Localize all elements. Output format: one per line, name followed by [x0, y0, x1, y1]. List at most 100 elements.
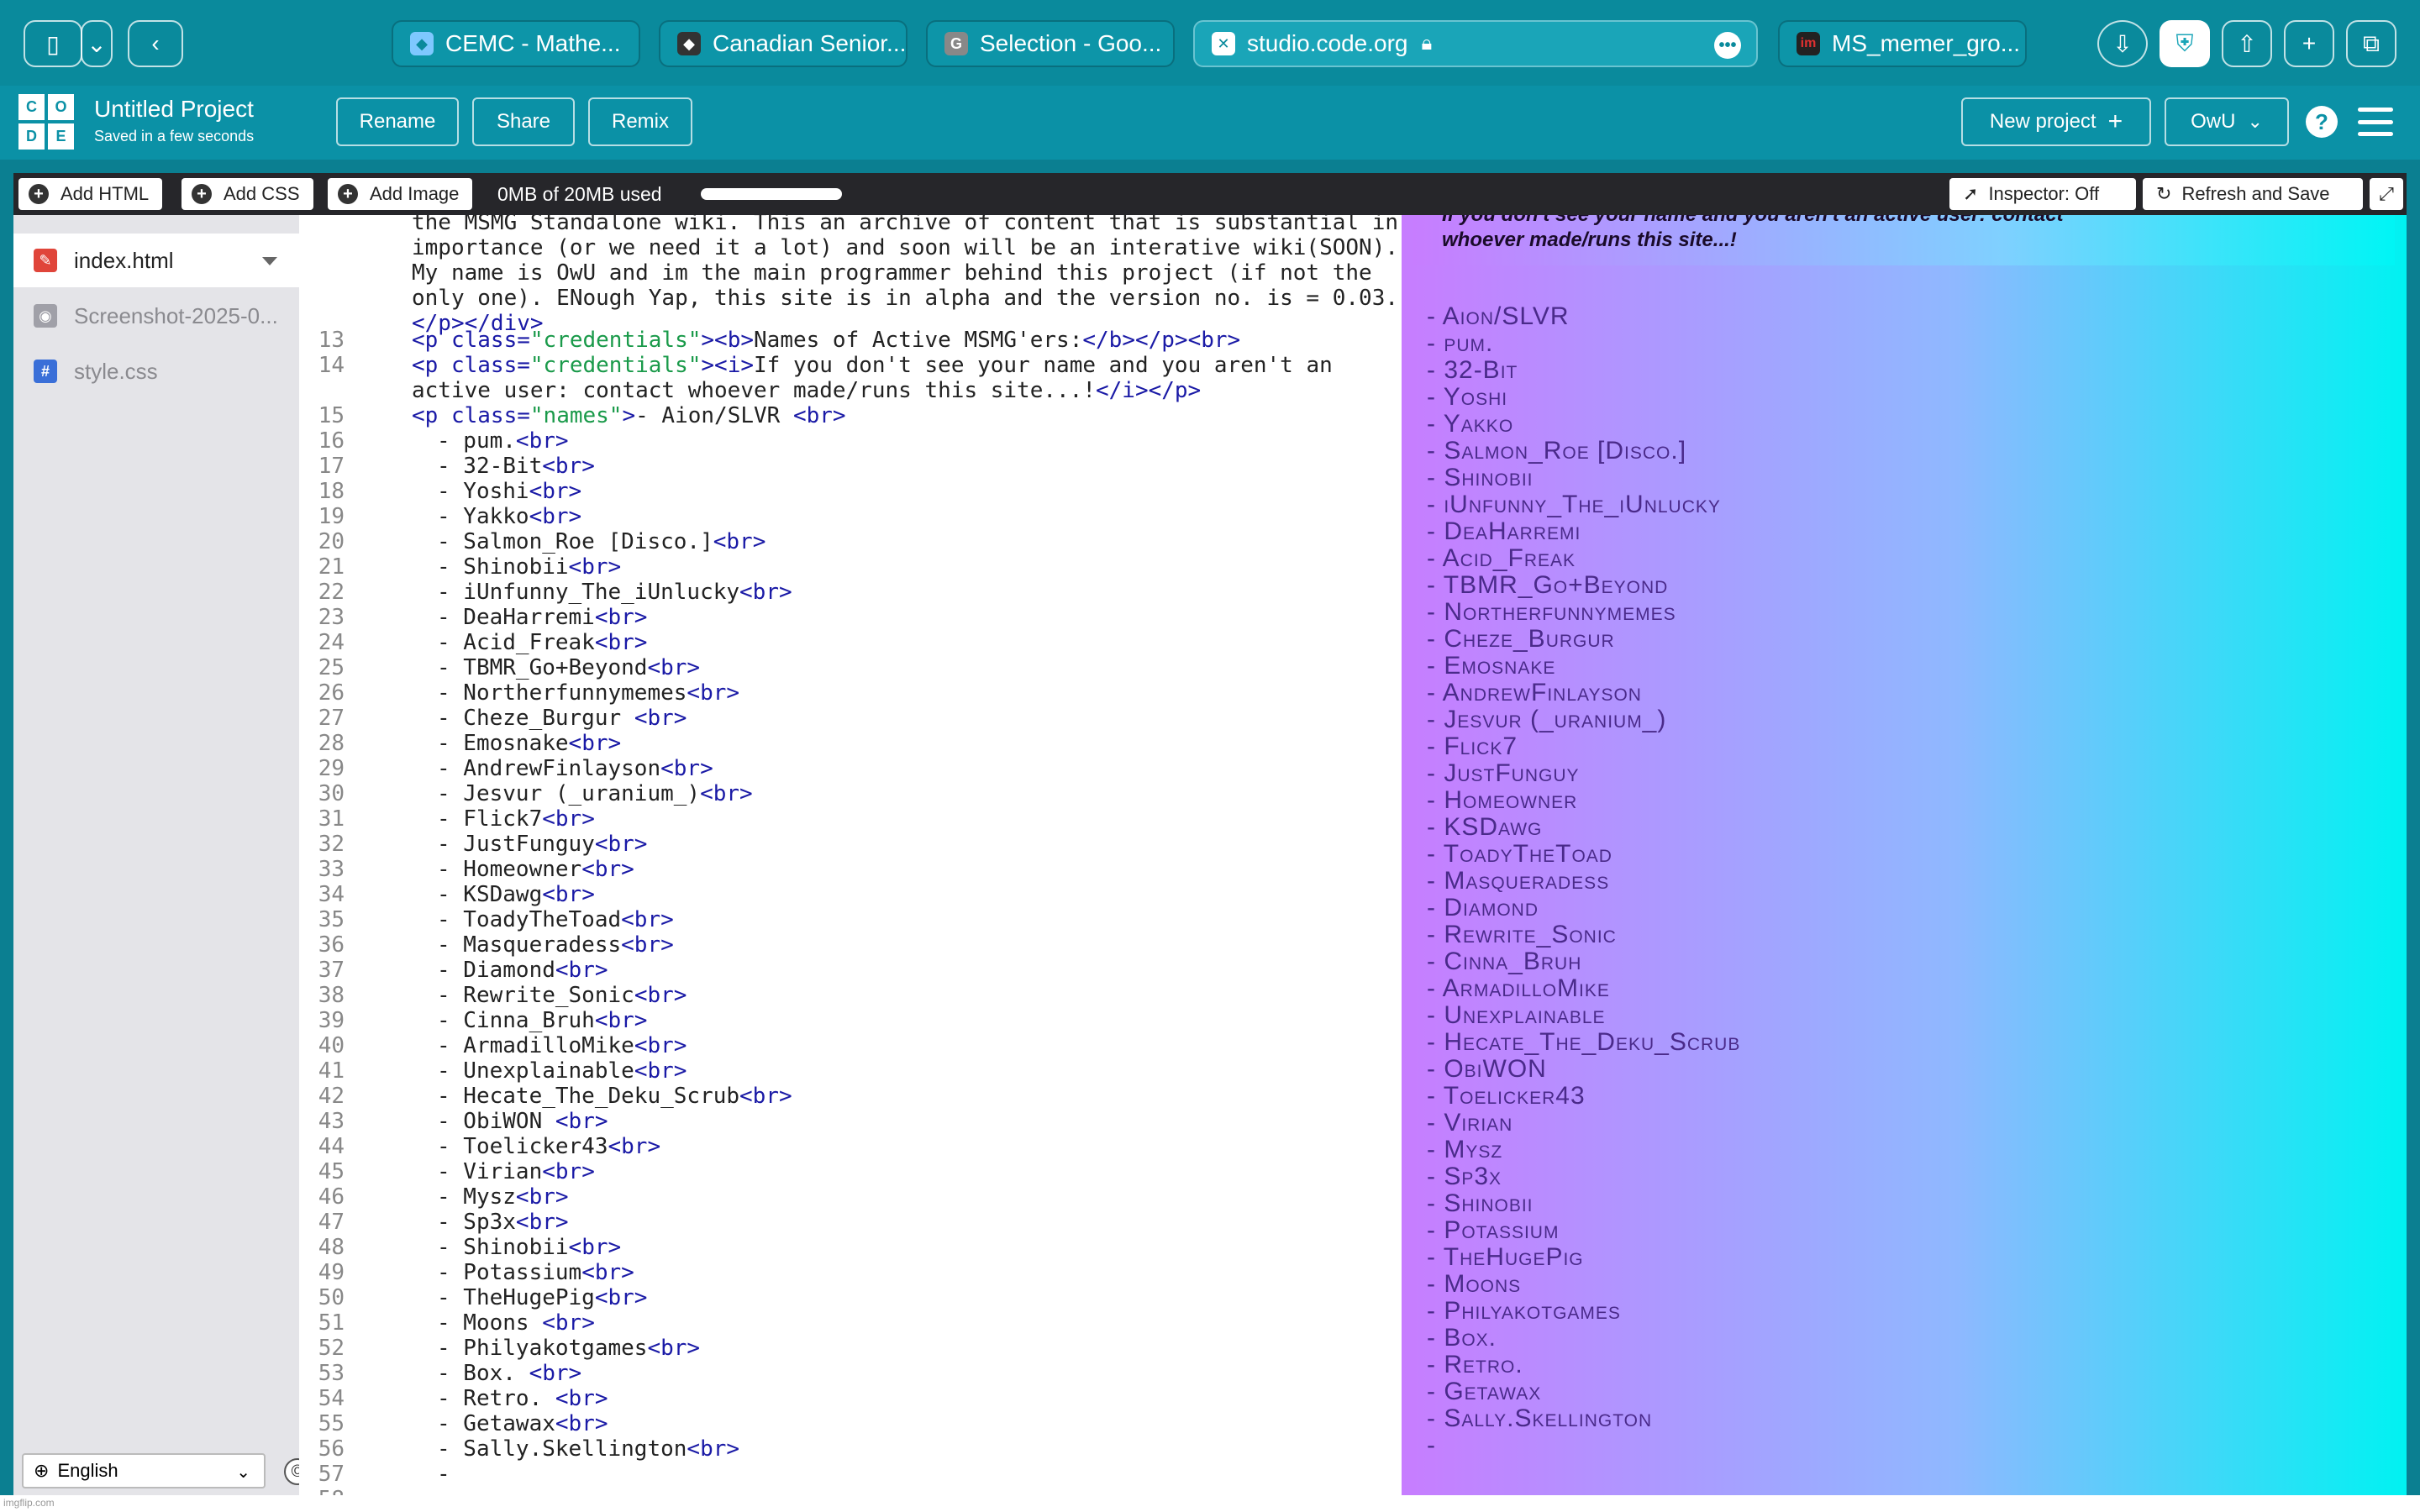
share-button[interactable]: ⇧ — [2222, 20, 2272, 67]
code-text: - Retro. <br> — [437, 1386, 608, 1411]
code-line: 30 - Jesvur (_uranium_)<br> — [299, 781, 1402, 806]
browser-tab-canadian-senior[interactable]: ◆ Canadian Senior... — [659, 20, 908, 67]
browser-tab-ms-memer[interactable]: im MS_memer_gro... — [1778, 20, 2027, 67]
tab-groups-dropdown[interactable]: ⌄ — [81, 20, 113, 67]
line-number: 44 — [318, 1134, 345, 1159]
save-status: Saved in a few seconds — [94, 128, 255, 144]
preview-name-item: - — [1427, 1431, 1436, 1459]
browser-tab-cemc-math[interactable]: ◆ CEMC - Mathe... — [392, 20, 640, 67]
code-editor[interactable]: the MSMG Standalone wiki. This an archiv… — [299, 215, 1402, 1495]
preview-name-item: - Rewrite_Sonic — [1427, 921, 1617, 948]
code-text: - iUnfunny_The_iUnlucky<br> — [437, 580, 792, 605]
preview-name-item: - Toelicker43 — [1427, 1082, 1586, 1110]
code-line: 40 - ArmadilloMike<br> — [299, 1033, 1402, 1058]
code-line: 21 - Shinobii<br> — [299, 554, 1402, 580]
preview-name-item: - Cinna_Bruh — [1427, 948, 1582, 975]
code-text: - Masqueradess<br> — [437, 932, 674, 958]
code-text: - ToadyTheToad<br> — [437, 907, 674, 932]
file-item-screenshot[interactable]: ◉ Screenshot-2025-0... — [13, 289, 299, 343]
line-number: 56 — [318, 1436, 345, 1462]
inspector-toggle-button[interactable]: ➚ Inspector: Off — [1949, 178, 2136, 210]
browser-tab-google-selection[interactable]: G Selection - Goo... — [926, 20, 1175, 67]
preview-name-item: - Getawax — [1427, 1378, 1542, 1405]
live-preview[interactable]: If you don't see your name and you aren'… — [1402, 215, 2407, 1495]
code-line: 17 - 32-Bit<br> — [299, 454, 1402, 479]
google-icon: G — [944, 32, 968, 55]
remix-button[interactable]: Remix — [588, 97, 692, 146]
code-text: - KSDawg<br> — [437, 882, 595, 907]
preview-name-item: - Box. — [1427, 1324, 1497, 1352]
share-project-button[interactable]: Share — [472, 97, 575, 146]
add-css-button[interactable]: + Add CSS — [182, 178, 313, 210]
preview-name-item: - Flick7 — [1427, 732, 1518, 760]
file-name: index.html — [74, 247, 174, 273]
preview-name-item: - pum. — [1427, 329, 1494, 357]
code-line: 22 - iUnfunny_The_iUnlucky<br> — [299, 580, 1402, 605]
preview-credentials-text: whoever made/runs this site...! — [1442, 228, 1737, 251]
line-number: 39 — [318, 1008, 345, 1033]
code-line: 44 - Toelicker43<br> — [299, 1134, 1402, 1159]
preview-name-item: - Hecate_The_Deku_Scrub — [1427, 1028, 1741, 1056]
line-number: 34 — [318, 882, 345, 907]
preview-name-item: - Sp3x — [1427, 1163, 1502, 1190]
preview-name-item: - Northerfunnymemes — [1427, 598, 1676, 626]
downloads-button[interactable]: ⇩ — [2097, 20, 2148, 67]
button-label: Add HTML — [60, 183, 150, 204]
code-line: 58 — [299, 1487, 1402, 1495]
image-file-icon: ◉ — [34, 304, 57, 328]
line-number: 42 — [318, 1084, 345, 1109]
code-text: - Flick7<br> — [437, 806, 595, 832]
more-options-icon[interactable]: ••• — [1714, 32, 1741, 59]
code-text: - Northerfunnymemes<br> — [437, 680, 740, 706]
line-number: 51 — [318, 1310, 345, 1336]
line-number: 27 — [318, 706, 345, 731]
hamburger-menu-icon[interactable] — [2358, 108, 2393, 136]
user-menu-button[interactable]: OwU ⌄ — [2165, 97, 2289, 146]
caret-down-icon[interactable] — [262, 257, 277, 265]
language-selector[interactable]: ⊕ English ⌄ — [22, 1453, 266, 1488]
refresh-and-save-button[interactable]: ↻ Refresh and Save — [2143, 178, 2363, 210]
new-tab-button[interactable]: + — [2284, 20, 2334, 67]
file-item-index-html[interactable]: ✎ index.html — [13, 234, 299, 287]
preview-name-item: - Philyakotgames — [1427, 1297, 1621, 1325]
code-line: 38 - Rewrite_Sonic<br> — [299, 983, 1402, 1008]
line-number: 29 — [318, 756, 345, 781]
line-number: 43 — [318, 1109, 345, 1134]
code-line: 39 - Cinna_Bruh<br> — [299, 1008, 1402, 1033]
back-button[interactable]: ‹ — [128, 20, 183, 67]
code-org-logo[interactable]: C O D E — [18, 94, 74, 150]
preview-name-item: - DeaHarremi — [1427, 517, 1581, 545]
code-line: 46 - Mysz<br> — [299, 1184, 1402, 1210]
cursor-arrow-icon: ➚ — [1963, 183, 1979, 204]
line-number: 14 — [318, 353, 345, 378]
add-image-button[interactable]: + Add Image — [328, 178, 473, 210]
fullscreen-icon: ⤢ — [2379, 183, 2394, 204]
preview-name-item: - Homeowner — [1427, 786, 1578, 814]
code-text: - Jesvur (_uranium_)<br> — [437, 781, 753, 806]
line-number: 41 — [318, 1058, 345, 1084]
address-bar[interactable]: ✕ studio.code.org 🔒︎ ••• — [1193, 20, 1758, 67]
code-line: 27 - Cheze_Burgur <br> — [299, 706, 1402, 731]
preview-name-item: - Salmon_Roe [Disco.] — [1427, 437, 1687, 465]
line-number: 45 — [318, 1159, 345, 1184]
rename-button[interactable]: Rename — [336, 97, 459, 146]
code-line: 26 - Northerfunnymemes<br> — [299, 680, 1402, 706]
add-html-button[interactable]: + Add HTML — [18, 178, 163, 210]
new-project-button[interactable]: New project + — [1961, 97, 2151, 146]
line-number: 28 — [318, 731, 345, 756]
tab-overview-button[interactable]: ⧉ — [2346, 20, 2396, 67]
shield-icon: ⛨ — [2175, 29, 2194, 56]
code-text: - Hecate_The_Deku_Scrub<br> — [437, 1084, 792, 1109]
sidebar-toggle-button[interactable]: ▯ — [24, 20, 82, 67]
fullscreen-button[interactable]: ⤢ — [2370, 178, 2403, 210]
browser-toolbar: ▯ ⌄ ‹ ◆ CEMC - Mathe... ◆ Canadian Senio… — [0, 0, 2420, 86]
shield-extension-button[interactable]: ⛨ — [2160, 20, 2210, 67]
css-file-icon: # — [34, 360, 57, 383]
lock-icon: 🔒︎ — [1421, 32, 1433, 55]
help-icon[interactable]: ? — [2306, 106, 2338, 138]
preview-name-item: - Jesvur (_uranium_) — [1427, 706, 1667, 733]
file-item-style-css[interactable]: # style.css — [13, 344, 299, 398]
code-line: 53 - Box. <br> — [299, 1361, 1402, 1386]
imgflip-watermark: imgflip.com — [3, 1497, 55, 1509]
plus-circle-icon: + — [29, 184, 49, 204]
